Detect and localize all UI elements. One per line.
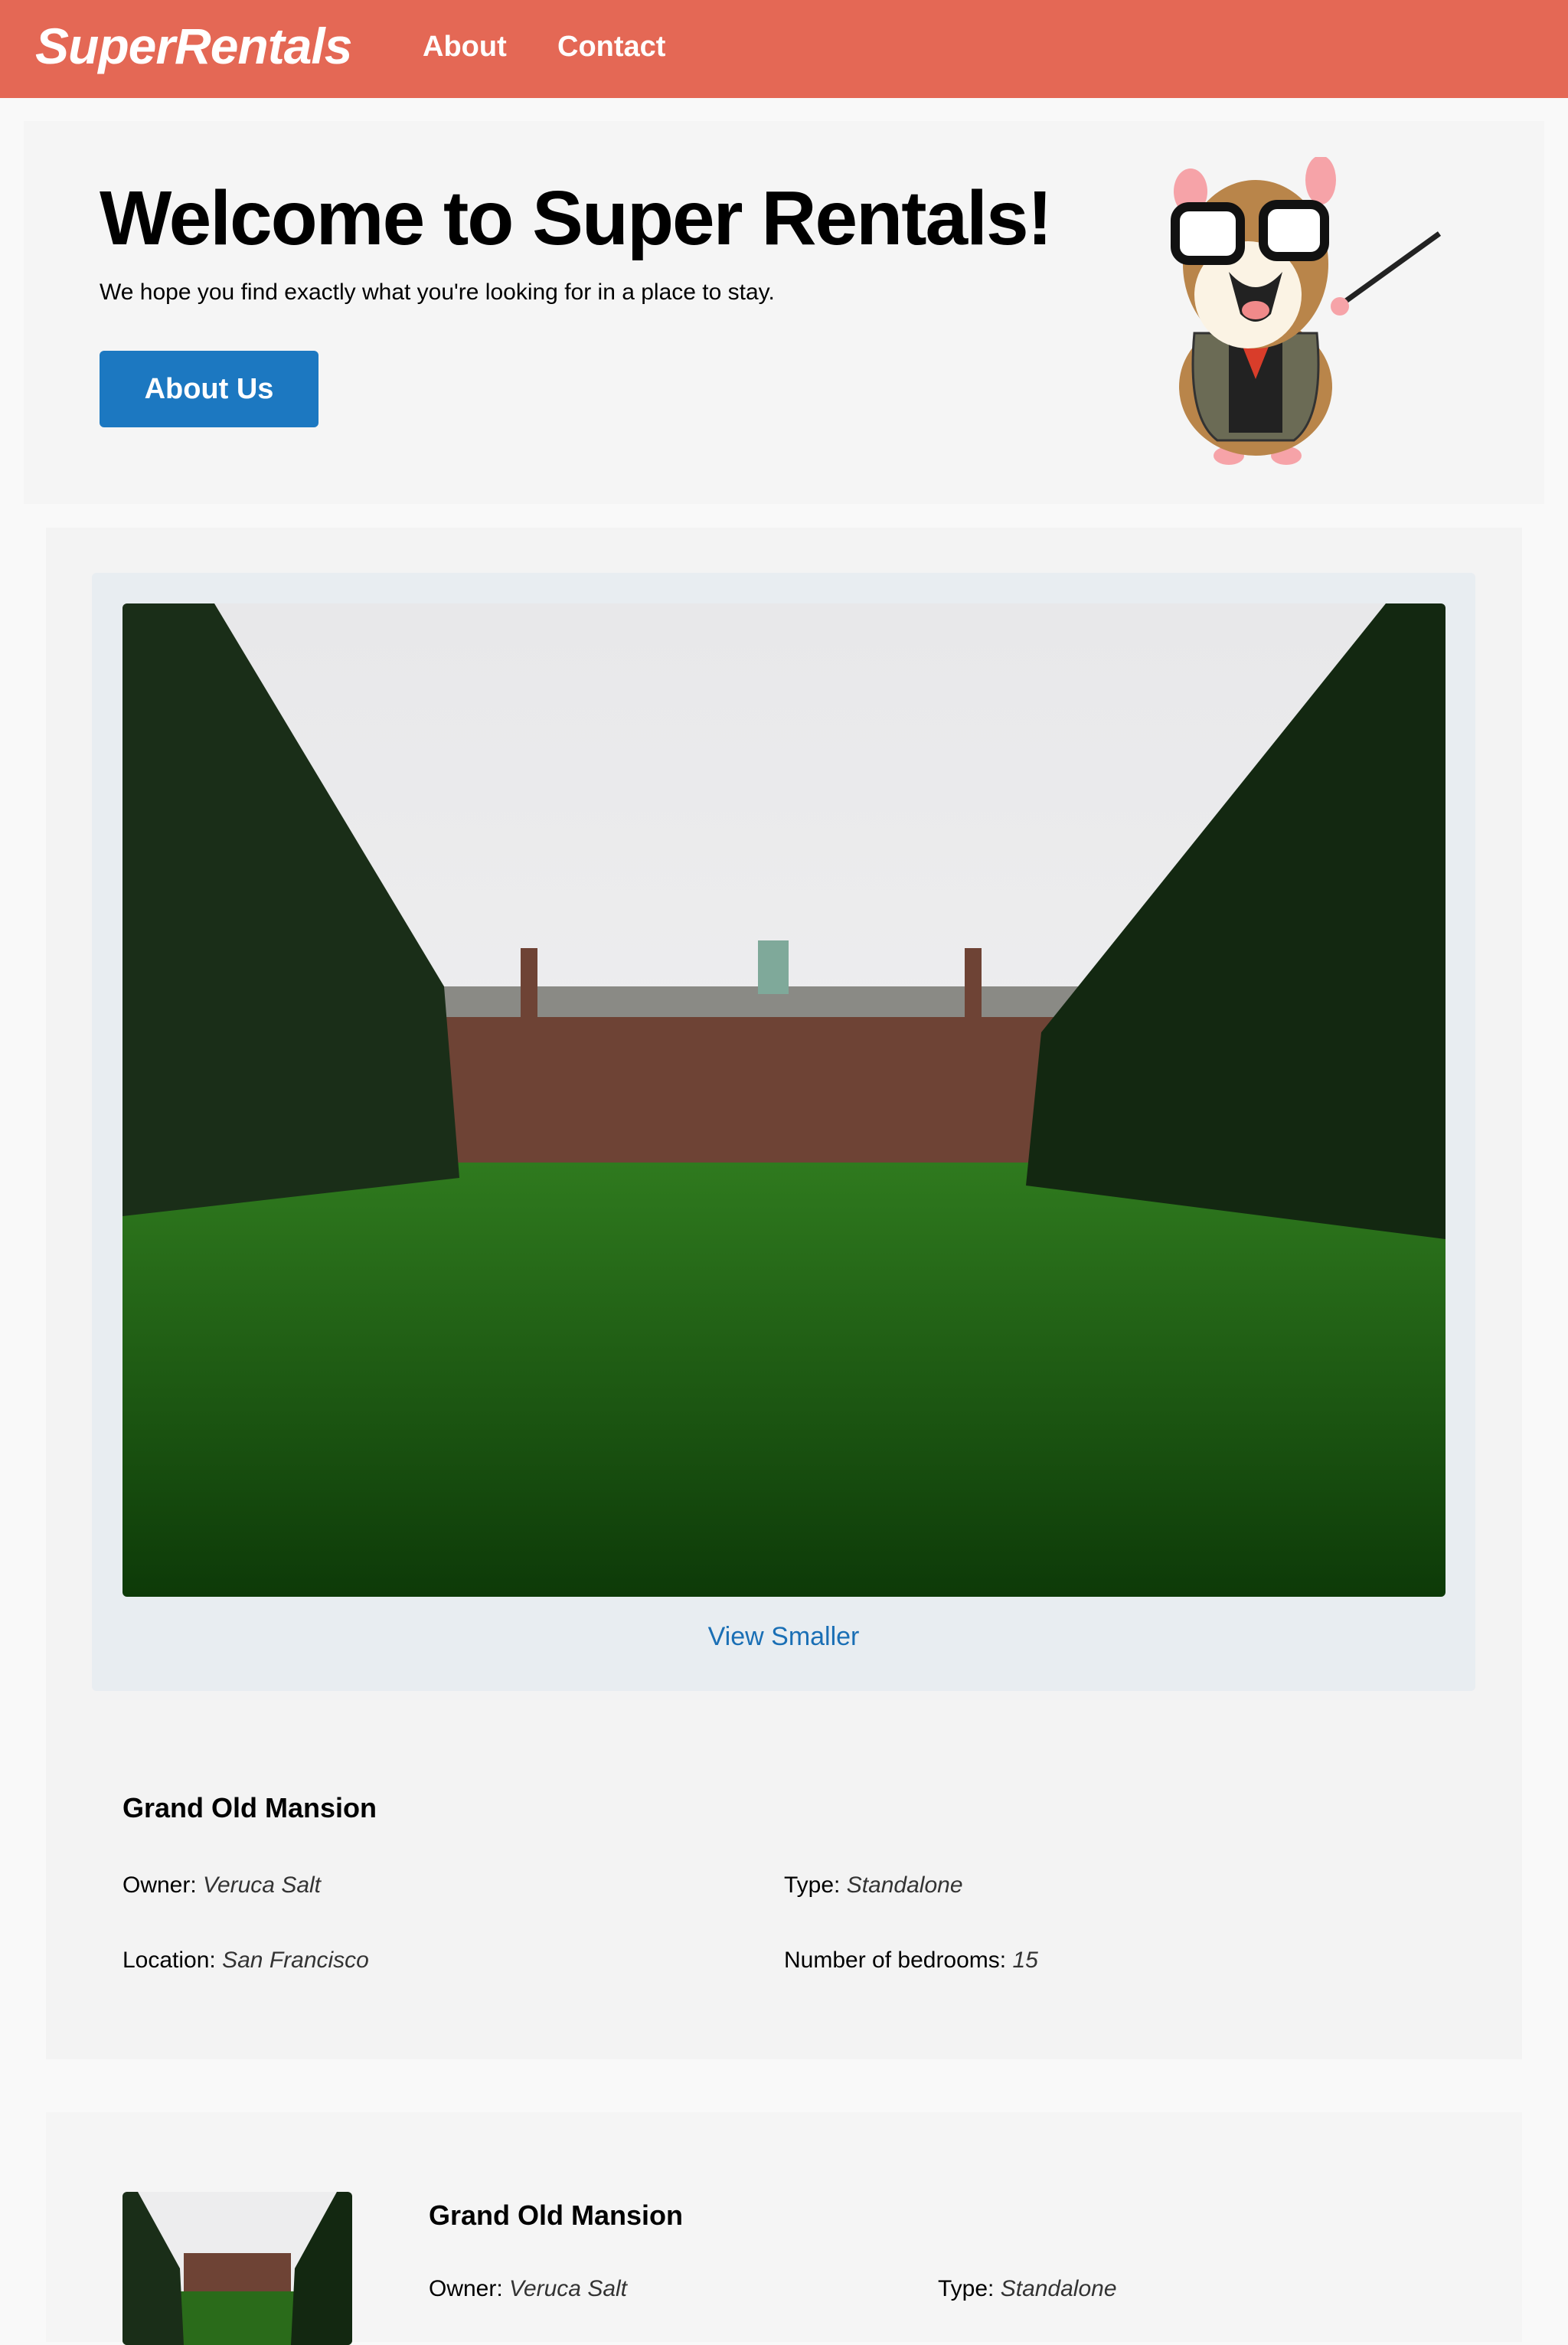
owner-value: Veruca Salt	[509, 2276, 628, 2301]
location-value: San Francisco	[222, 1948, 369, 1973]
top-nav-bar: SuperRentals About Contact	[0, 0, 1568, 98]
nav-about-link[interactable]: About	[423, 31, 507, 64]
about-us-button[interactable]: About Us	[100, 351, 318, 427]
type-label: Type:	[938, 2276, 995, 2301]
rental-bedrooms: Number of bedrooms: 15	[784, 1948, 1038, 1974]
bedrooms-value: 15	[1012, 1948, 1038, 1973]
rental-title[interactable]: Grand Old Mansion	[429, 2199, 683, 2232]
rental-owner: Owner: Veruca Salt	[429, 2276, 627, 2302]
page-title: Welcome to Super Rentals!	[100, 175, 1053, 261]
type-value: Standalone	[846, 1872, 963, 1898]
logo-link[interactable]: SuperRentals	[35, 17, 352, 75]
rental-image[interactable]	[122, 603, 1446, 1597]
owner-label: Owner:	[429, 2276, 503, 2301]
view-smaller-link[interactable]: View Smaller	[92, 1622, 1475, 1652]
rental-type: Type: Standalone	[938, 2276, 1117, 2302]
bedrooms-label: Number of bedrooms:	[784, 1948, 1007, 1973]
tomster-mascot-image	[1171, 157, 1442, 465]
rental-owner: Owner: Veruca Salt	[122, 1872, 321, 1899]
rental-location: Location: San Francisco	[122, 1948, 369, 1974]
type-label: Type:	[784, 1872, 841, 1898]
nav-contact-link[interactable]: Contact	[557, 31, 665, 64]
rental-type: Type: Standalone	[784, 1872, 963, 1899]
owner-label: Owner:	[122, 1872, 197, 1898]
rental-title[interactable]: Grand Old Mansion	[122, 1792, 377, 1824]
type-value: Standalone	[1000, 2276, 1117, 2301]
owner-value: Veruca Salt	[203, 1872, 322, 1898]
location-label: Location:	[122, 1948, 216, 1973]
rental-thumbnail-image[interactable]	[122, 2192, 352, 2345]
page-subtitle: We hope you find exactly what you're loo…	[100, 280, 775, 305]
